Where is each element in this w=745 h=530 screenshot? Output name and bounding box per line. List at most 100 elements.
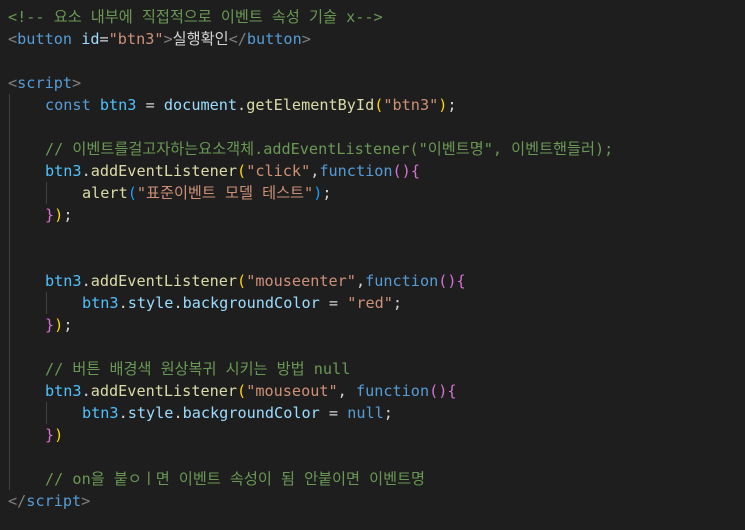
code-token: style bbox=[127, 294, 174, 312]
code-token: button bbox=[246, 30, 302, 48]
code-token: null bbox=[347, 404, 384, 422]
code-line[interactable]: // 이벤트를걸고자하는요소객체.addEventListener("이벤트명"… bbox=[0, 138, 745, 160]
code-token: < bbox=[8, 30, 18, 48]
code-line[interactable]: }); bbox=[0, 204, 745, 226]
indent-guide bbox=[9, 116, 10, 138]
code-token: btn3 bbox=[82, 294, 119, 312]
indent-guide bbox=[9, 292, 10, 314]
code-token: ) bbox=[54, 426, 64, 444]
indent-guide bbox=[9, 248, 10, 270]
code-token: backgroundColor bbox=[182, 294, 320, 312]
code-token: // 이벤트를걸고자하는요소객체.addEventListener("이벤트명"… bbox=[45, 140, 614, 158]
code-token: ( bbox=[237, 162, 247, 180]
indent-guide bbox=[9, 270, 10, 292]
code-token: script bbox=[26, 492, 82, 510]
code-token: { bbox=[447, 382, 457, 400]
code-token: "mouseenter" bbox=[246, 272, 356, 290]
code-token: ) bbox=[54, 316, 64, 334]
code-line[interactable] bbox=[0, 336, 745, 358]
indent-guide bbox=[9, 94, 10, 116]
code-token: { bbox=[410, 162, 420, 180]
code-line[interactable]: <!-- 요소 내부에 직접적으로 이벤트 속성 기술 x--> bbox=[0, 6, 745, 28]
code-token: () bbox=[429, 382, 448, 400]
indent-guide bbox=[9, 468, 10, 490]
code-token: </ bbox=[8, 492, 27, 510]
code-token: ) bbox=[313, 184, 323, 202]
code-token: = bbox=[319, 294, 348, 312]
code-line[interactable] bbox=[0, 248, 745, 270]
code-line[interactable] bbox=[0, 226, 745, 248]
code-line[interactable]: }) bbox=[0, 424, 745, 446]
code-line[interactable]: btn3.style.backgroundColor = null; bbox=[0, 402, 745, 424]
code-token: > bbox=[163, 30, 173, 48]
code-token: ; bbox=[447, 96, 457, 114]
code-token: { bbox=[456, 272, 466, 290]
indent-guide bbox=[9, 182, 10, 204]
code-token: btn3 bbox=[99, 96, 137, 114]
code-token: ( bbox=[374, 96, 384, 114]
code-token: "btn3" bbox=[383, 96, 439, 114]
code-token: addEventListener bbox=[90, 382, 238, 400]
code-token: . bbox=[118, 294, 128, 312]
code-line[interactable]: </script> bbox=[0, 490, 745, 512]
code-token: </ bbox=[228, 30, 247, 48]
code-line[interactable]: btn3.addEventListener("click",function()… bbox=[0, 160, 745, 182]
code-line[interactable]: <button id="btn3">실행확인</button> bbox=[0, 28, 745, 50]
code-token: , bbox=[355, 272, 366, 290]
code-token: ) bbox=[54, 206, 64, 224]
code-token: function bbox=[355, 382, 430, 400]
indent-guide bbox=[9, 226, 10, 248]
code-token: . bbox=[81, 382, 91, 400]
code-token: btn3 bbox=[82, 404, 119, 422]
code-line[interactable]: alert("표준이벤트 모델 테스트"); bbox=[0, 182, 745, 204]
code-token: , bbox=[310, 162, 320, 180]
code-line[interactable] bbox=[0, 50, 745, 72]
code-token: 실행확인 bbox=[172, 30, 229, 48]
code-line[interactable]: const btn3 = document.getElementById("bt… bbox=[0, 94, 745, 116]
code-line[interactable]: btn3.addEventListener("mouseout", functi… bbox=[0, 380, 745, 402]
code-token: function bbox=[319, 162, 393, 180]
code-token: btn3 bbox=[45, 382, 82, 400]
code-token: ; bbox=[392, 294, 403, 312]
code-token: "btn3" bbox=[108, 30, 164, 48]
code-line[interactable]: // 버튼 배경색 원상복귀 시키는 방법 null bbox=[0, 358, 745, 380]
code-token: . bbox=[81, 162, 91, 180]
code-line[interactable] bbox=[0, 116, 745, 138]
indent-guide bbox=[46, 402, 47, 424]
indent-guide bbox=[46, 292, 47, 314]
code-line[interactable] bbox=[0, 446, 745, 468]
code-token: > bbox=[81, 492, 91, 510]
code-token: function bbox=[365, 272, 439, 290]
code-token: backgroundColor bbox=[182, 404, 320, 422]
indent-guide bbox=[9, 138, 10, 160]
code-line[interactable]: <script> bbox=[0, 72, 745, 94]
code-token: () bbox=[438, 272, 457, 290]
code-token: addEventListener bbox=[90, 272, 238, 290]
code-token: "red" bbox=[347, 294, 393, 312]
code-line[interactable]: btn3.style.backgroundColor = "red"; bbox=[0, 292, 745, 314]
indent-guide bbox=[9, 314, 10, 336]
indent-guide bbox=[9, 402, 10, 424]
code-line[interactable]: btn3.addEventListener("mouseenter",funct… bbox=[0, 270, 745, 292]
code-line[interactable]: }); bbox=[0, 314, 745, 336]
code-token: () bbox=[392, 162, 411, 180]
code-token: <!-- 요소 내부에 직접적으로 이벤트 속성 기술 x--> bbox=[8, 8, 383, 26]
indent-guide bbox=[9, 380, 10, 402]
code-token: } bbox=[45, 426, 55, 444]
code-token: ; bbox=[322, 184, 332, 202]
indent-guide bbox=[9, 204, 10, 226]
code-line[interactable]: // on을 붙ㅇㅣ면 이벤트 속성이 됨 안붙이면 이벤트명 bbox=[0, 468, 745, 490]
indent-guide bbox=[9, 446, 10, 468]
indent-guide bbox=[46, 182, 47, 204]
code-token: ( bbox=[237, 272, 247, 290]
code-token: ; bbox=[63, 316, 73, 334]
code-token: . bbox=[237, 96, 247, 114]
code-editor[interactable]: <!-- 요소 내부에 직접적으로 이벤트 속성 기술 x--> <button … bbox=[0, 0, 745, 530]
code-token: } bbox=[45, 206, 55, 224]
code-token: . bbox=[118, 404, 128, 422]
code-token: "표준이벤트 모델 테스트" bbox=[136, 184, 314, 202]
code-token: < bbox=[8, 74, 18, 92]
code-token: addEventListener bbox=[90, 162, 238, 180]
